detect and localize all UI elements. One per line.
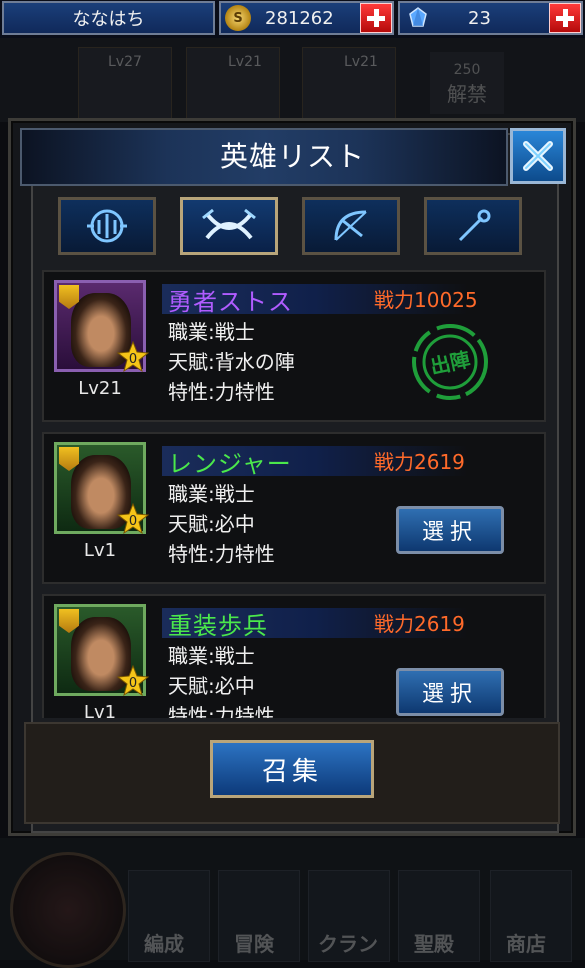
hero-talent: 天賦:必中 bbox=[168, 512, 255, 536]
hero-level: Lv21 bbox=[78, 378, 122, 399]
hero-trait: 特性:力特性 bbox=[168, 380, 275, 404]
unlock-label: 解禁 bbox=[447, 82, 487, 106]
hero-list-item[interactable]: 0 Lv1 レンジャー 戦力2619 職業:戦士 天賦:必中 特性:力特性 選択 bbox=[42, 432, 546, 584]
svg-text:0: 0 bbox=[129, 676, 137, 691]
hero-name: 勇者ストス bbox=[168, 288, 293, 316]
hero-name: レンジャー bbox=[168, 450, 292, 478]
filter-tab-shield[interactable] bbox=[58, 197, 156, 255]
svg-text:0: 0 bbox=[129, 352, 137, 367]
hero-talent: 天賦:背水の陣 bbox=[168, 350, 295, 374]
hero-power: 戦力2619 bbox=[374, 450, 465, 474]
background-card-level: Lv27 bbox=[108, 54, 142, 70]
star-icon: 0 bbox=[117, 665, 149, 697]
filter-tab-bow[interactable] bbox=[302, 197, 400, 255]
shield-icon bbox=[87, 209, 127, 243]
staff-icon bbox=[458, 209, 491, 242]
background-card-level: Lv21 bbox=[344, 54, 378, 70]
star-icon: 0 bbox=[117, 341, 149, 373]
hero-portrait: 0 bbox=[54, 280, 149, 373]
clan-emblem-icon bbox=[10, 852, 126, 968]
gold-coin-icon: S bbox=[225, 5, 251, 31]
top-status-bar: ななはち S 281262 23 bbox=[0, 0, 585, 38]
hero-talent: 天賦:必中 bbox=[168, 674, 255, 698]
star-icon: 0 bbox=[117, 503, 149, 535]
nav-label: 商店 bbox=[506, 932, 546, 956]
hero-job: 職業:戦士 bbox=[168, 482, 255, 506]
select-hero-button[interactable]: 選択 bbox=[396, 506, 504, 554]
hero-trait: 特性:力特性 bbox=[168, 542, 275, 566]
close-button[interactable] bbox=[510, 128, 566, 184]
unlock-count: 250 bbox=[453, 62, 481, 78]
hero-trait: 特性:力特性 bbox=[168, 704, 275, 718]
gem-icon bbox=[409, 7, 427, 27]
player-name: ななはち bbox=[72, 9, 145, 30]
nav-label: 冒険 bbox=[234, 932, 274, 956]
hero-list[interactable]: 0 Lv21 勇者ストス 戦力10025 職業:戦士 天賦:背水の陣 特性:力特… bbox=[32, 262, 553, 718]
hero-portrait: 0 bbox=[54, 604, 149, 697]
hero-name: 重装歩兵 bbox=[168, 612, 268, 640]
gold-box: S 281262 bbox=[219, 1, 394, 35]
svg-text:出陣: 出陣 bbox=[428, 347, 472, 379]
bow-icon bbox=[334, 210, 367, 241]
add-gold-button[interactable] bbox=[360, 3, 392, 33]
hero-level: Lv1 bbox=[83, 702, 117, 718]
hero-power: 戦力2619 bbox=[374, 612, 465, 636]
hero-power: 戦力10025 bbox=[374, 288, 478, 312]
player-name-box: ななはち bbox=[2, 1, 215, 35]
gem-box: 23 bbox=[398, 1, 583, 35]
select-hero-button[interactable]: 選択 bbox=[396, 668, 504, 716]
summon-button[interactable]: 召集 bbox=[210, 740, 374, 798]
add-gem-button[interactable] bbox=[549, 3, 581, 33]
gold-amount: 281262 bbox=[265, 7, 334, 29]
close-icon bbox=[523, 141, 553, 171]
crossed-swords-icon bbox=[202, 208, 256, 240]
deployed-stamp-icon: 出陣 bbox=[412, 324, 488, 400]
nav-label: 編成 bbox=[144, 932, 184, 956]
hero-list-item[interactable]: 0 Lv21 勇者ストス 戦力10025 職業:戦士 天賦:背水の陣 特性:力特… bbox=[42, 270, 546, 422]
dialog-title: 英雄リスト bbox=[219, 140, 365, 173]
hero-list-item[interactable]: 0 Lv1 重装歩兵 戦力2619 職業:戦士 天賦:必中 特性:力特性 選択 bbox=[42, 594, 546, 718]
gem-amount: 23 bbox=[468, 7, 491, 29]
filter-tab-swords[interactable] bbox=[180, 197, 278, 255]
hero-job: 職業:戦士 bbox=[168, 644, 255, 668]
background-unlock-slot: 250 解禁 bbox=[430, 52, 504, 114]
background-card-level: Lv21 bbox=[228, 54, 262, 70]
hero-portrait: 0 bbox=[54, 442, 149, 535]
nav-label: 聖殿 bbox=[414, 932, 454, 956]
filter-tab-staff[interactable] bbox=[424, 197, 522, 255]
hero-level: Lv1 bbox=[83, 540, 117, 561]
nav-label: クラン bbox=[318, 932, 378, 956]
svg-text:0: 0 bbox=[129, 514, 137, 529]
hero-job: 職業:戦士 bbox=[168, 320, 255, 344]
